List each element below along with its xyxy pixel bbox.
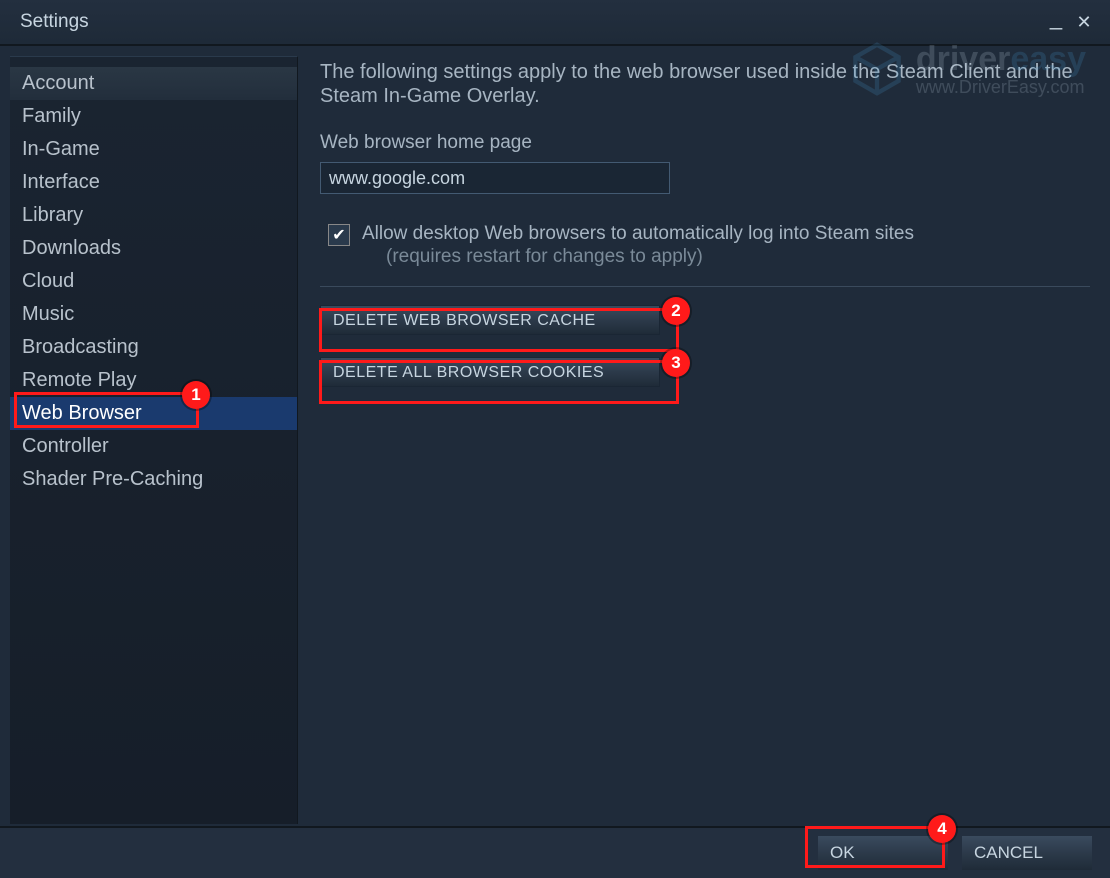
sidebar-item-account[interactable]: Account [10, 67, 297, 100]
sidebar-item-cloud[interactable]: Cloud [10, 265, 297, 298]
sidebar-item-music[interactable]: Music [10, 298, 297, 331]
sidebar-item-family[interactable]: Family [10, 100, 297, 133]
homepage-label: Web browser home page [320, 132, 1090, 154]
titlebar: Settings _ ✕ [0, 0, 1110, 46]
sidebar-item-in-game[interactable]: In-Game [10, 133, 297, 166]
sidebar-item-library[interactable]: Library [10, 199, 297, 232]
ok-button[interactable]: OK [818, 836, 948, 870]
cancel-button[interactable]: CANCEL [962, 836, 1092, 870]
settings-window: Settings _ ✕ Account Family In-Game Inte… [0, 0, 1110, 878]
auto-login-row: ✔ Allow desktop Web browsers to automati… [320, 222, 1090, 268]
window-title: Settings [20, 11, 89, 33]
sidebar-item-broadcasting[interactable]: Broadcasting [10, 331, 297, 364]
dialog-footer: OK CANCEL [0, 826, 1110, 878]
sidebar-item-remote-play[interactable]: Remote Play [10, 364, 297, 397]
close-icon[interactable]: ✕ [1070, 12, 1098, 33]
homepage-input[interactable] [320, 162, 670, 194]
divider [320, 286, 1090, 287]
window-body: Account Family In-Game Interface Library… [0, 46, 1110, 830]
auto-login-checkbox[interactable]: ✔ [328, 224, 350, 246]
delete-cache-button[interactable]: DELETE WEB BROWSER CACHE [320, 305, 660, 335]
sidebar-item-controller[interactable]: Controller [10, 430, 297, 463]
sidebar-item-shader-pre-caching[interactable]: Shader Pre-Caching [10, 463, 297, 496]
minimize-icon[interactable]: _ [1042, 13, 1070, 23]
auto-login-sublabel: (requires restart for changes to apply) [362, 246, 914, 268]
settings-sidebar: Account Family In-Game Interface Library… [10, 56, 298, 824]
description-text: The following settings apply to the web … [320, 60, 1090, 108]
sidebar-item-downloads[interactable]: Downloads [10, 232, 297, 265]
sidebar-item-interface[interactable]: Interface [10, 166, 297, 199]
delete-cookies-button[interactable]: DELETE ALL BROWSER COOKIES [320, 357, 660, 387]
auto-login-label: Allow desktop Web browsers to automatica… [362, 222, 914, 246]
sidebar-item-web-browser[interactable]: Web Browser [10, 397, 297, 430]
settings-content: The following settings apply to the web … [298, 46, 1110, 830]
